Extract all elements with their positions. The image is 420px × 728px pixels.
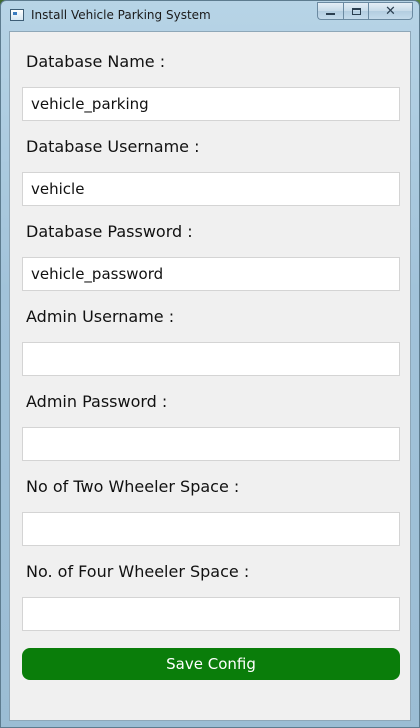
window-title: Install Vehicle Parking System <box>31 8 211 22</box>
database-name-input[interactable] <box>22 87 400 121</box>
four-wheeler-space-label: No. of Four Wheeler Space : <box>26 562 250 581</box>
database-username-label: Database Username : <box>26 137 200 156</box>
close-icon: ✕ <box>385 3 396 19</box>
admin-password-label: Admin Password : <box>26 392 168 411</box>
app-window: Install Vehicle Parking System ✕ Databas… <box>0 0 420 728</box>
app-icon <box>10 9 24 21</box>
four-wheeler-space-input[interactable] <box>22 597 400 631</box>
maximize-button[interactable] <box>343 2 368 20</box>
database-username-input[interactable] <box>22 172 400 206</box>
admin-password-input[interactable] <box>22 427 400 461</box>
two-wheeler-space-label: No of Two Wheeler Space : <box>26 477 240 496</box>
maximize-icon <box>351 7 361 15</box>
database-password-input[interactable] <box>22 257 400 291</box>
minimize-button[interactable] <box>317 2 343 20</box>
two-wheeler-space-input[interactable] <box>22 512 400 546</box>
minimize-icon <box>326 13 335 15</box>
save-config-button[interactable]: Save Config <box>22 648 400 680</box>
admin-username-input[interactable] <box>22 342 400 376</box>
window-controls: ✕ <box>317 2 413 21</box>
config-form: Database Name : Database Username : Data… <box>9 31 411 721</box>
database-name-label: Database Name : <box>26 52 166 71</box>
title-bar[interactable]: Install Vehicle Parking System ✕ <box>1 1 419 31</box>
database-password-label: Database Password : <box>26 222 193 241</box>
admin-username-label: Admin Username : <box>26 307 175 326</box>
close-button[interactable]: ✕ <box>368 2 413 20</box>
